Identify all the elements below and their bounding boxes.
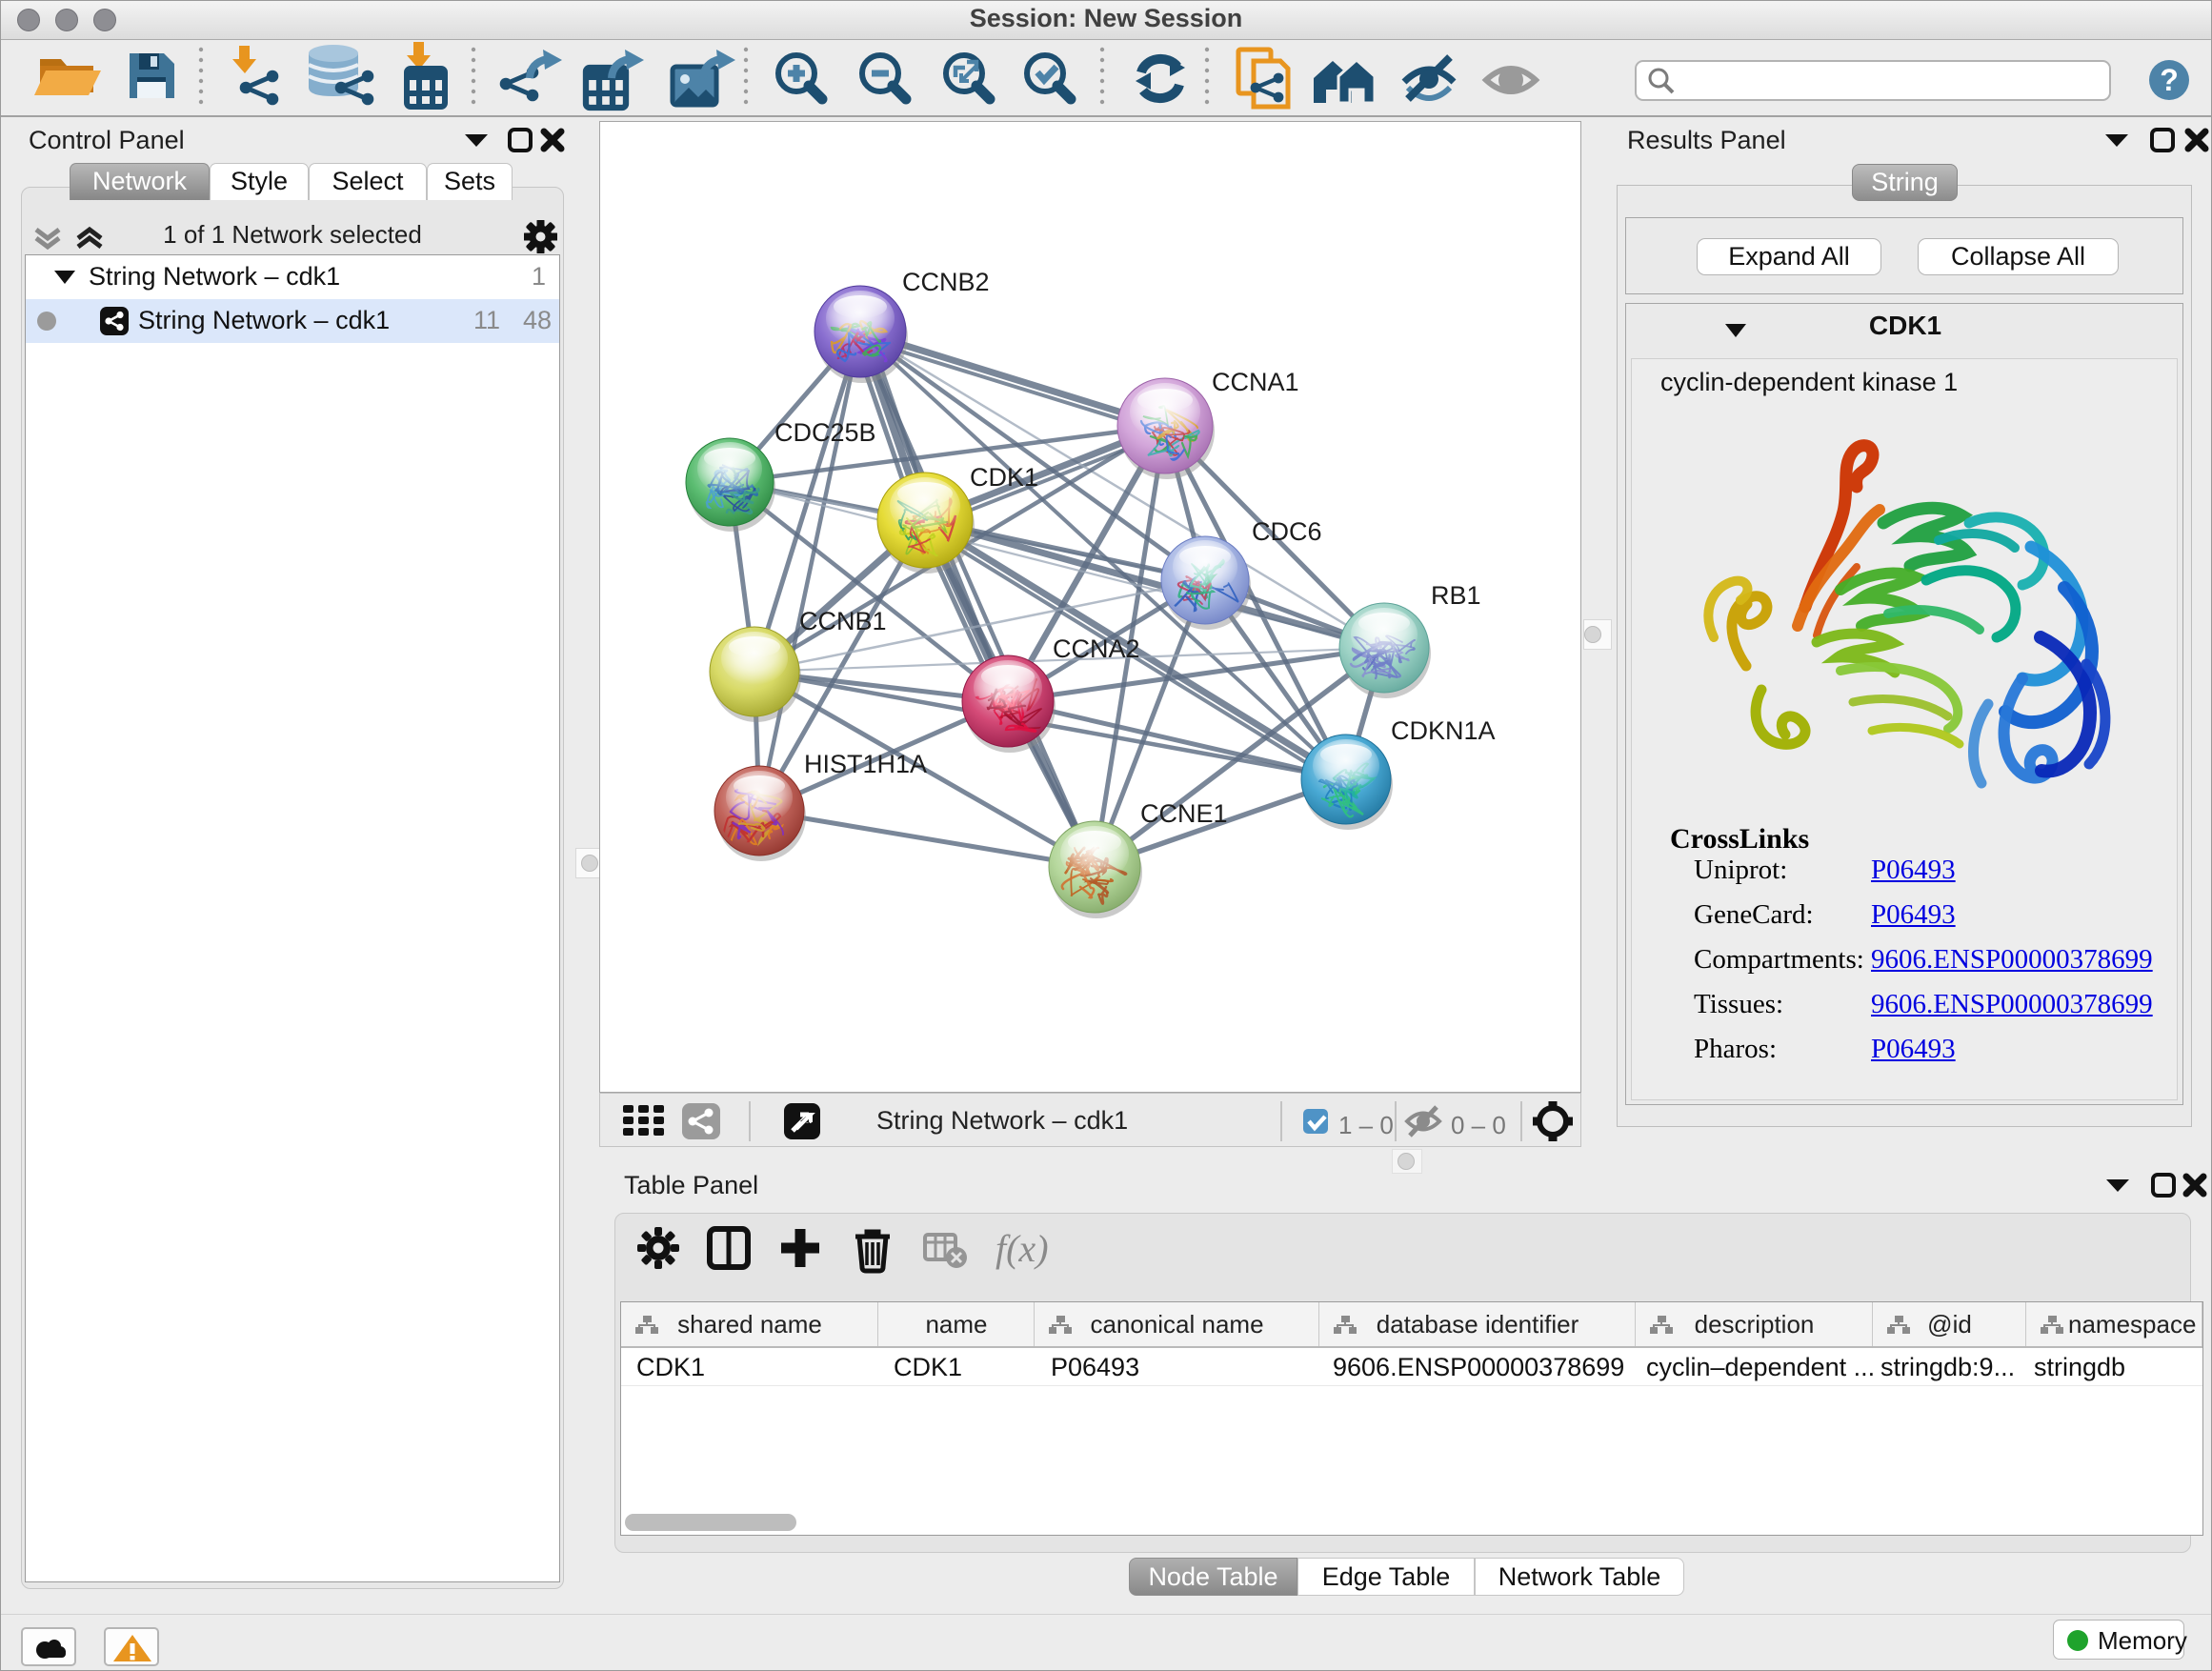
svg-text:HIST1H1A: HIST1H1A <box>804 750 927 778</box>
svg-text:CDKN1A: CDKN1A <box>1391 716 1496 745</box>
svg-text:CDC25B: CDC25B <box>774 418 876 447</box>
svg-text:CDC6: CDC6 <box>1252 517 1322 546</box>
svg-text:?: ? <box>2160 63 2179 97</box>
svg-text:CCNB1: CCNB1 <box>799 607 887 635</box>
svg-text:CCNA1: CCNA1 <box>1212 368 1299 396</box>
svg-text:CCNB2: CCNB2 <box>902 268 990 296</box>
svg-text:CCNA2: CCNA2 <box>1053 634 1140 663</box>
svg-text:f(x): f(x) <box>995 1227 1049 1270</box>
svg-text:RB1: RB1 <box>1431 581 1481 610</box>
svg-text:CCNE1: CCNE1 <box>1140 799 1228 828</box>
svg-text:CDK1: CDK1 <box>970 463 1038 492</box>
